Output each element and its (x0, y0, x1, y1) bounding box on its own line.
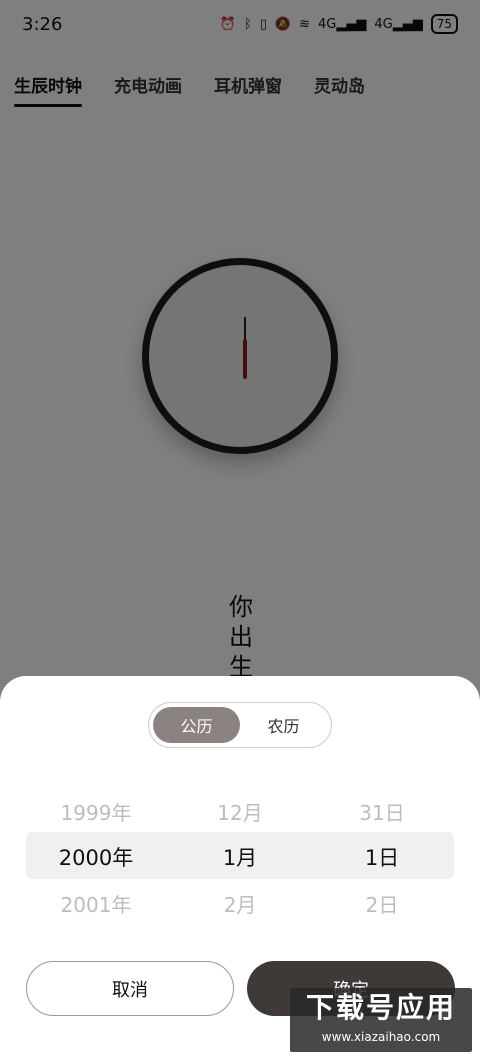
picker-item-selected[interactable]: 2000年 (26, 834, 166, 880)
solar-calendar-option[interactable]: 公历 (153, 707, 240, 743)
lunar-calendar-option[interactable]: 农历 (240, 707, 327, 743)
date-picker: 1999年 2000年 2001年 12月 1月 2月 31日 1日 2日 (26, 788, 454, 928)
picker-item[interactable]: 12月 (170, 788, 310, 834)
picker-item[interactable]: 2日 (312, 880, 452, 926)
cancel-button[interactable]: 取消 (26, 961, 234, 1016)
picker-item[interactable]: 2001年 (26, 880, 166, 926)
picker-item[interactable]: 2月 (170, 880, 310, 926)
watermark-title: 下载号应用 (305, 991, 456, 1024)
month-wheel[interactable]: 12月 1月 2月 (170, 788, 310, 928)
picker-item-selected[interactable]: 1日 (312, 834, 452, 880)
day-wheel[interactable]: 31日 1日 2日 (312, 788, 452, 928)
picker-item[interactable]: 31日 (312, 788, 452, 834)
picker-item-selected[interactable]: 1月 (170, 834, 310, 880)
picker-item[interactable]: 1999年 (26, 788, 166, 834)
calendar-type-toggle: 公历 农历 (148, 702, 332, 748)
watermark-logo: 下载号应用 www.xiazaihao.com (290, 988, 472, 1052)
watermark-url: www.xiazaihao.com (321, 1030, 441, 1044)
year-wheel[interactable]: 1999年 2000年 2001年 (26, 788, 166, 928)
